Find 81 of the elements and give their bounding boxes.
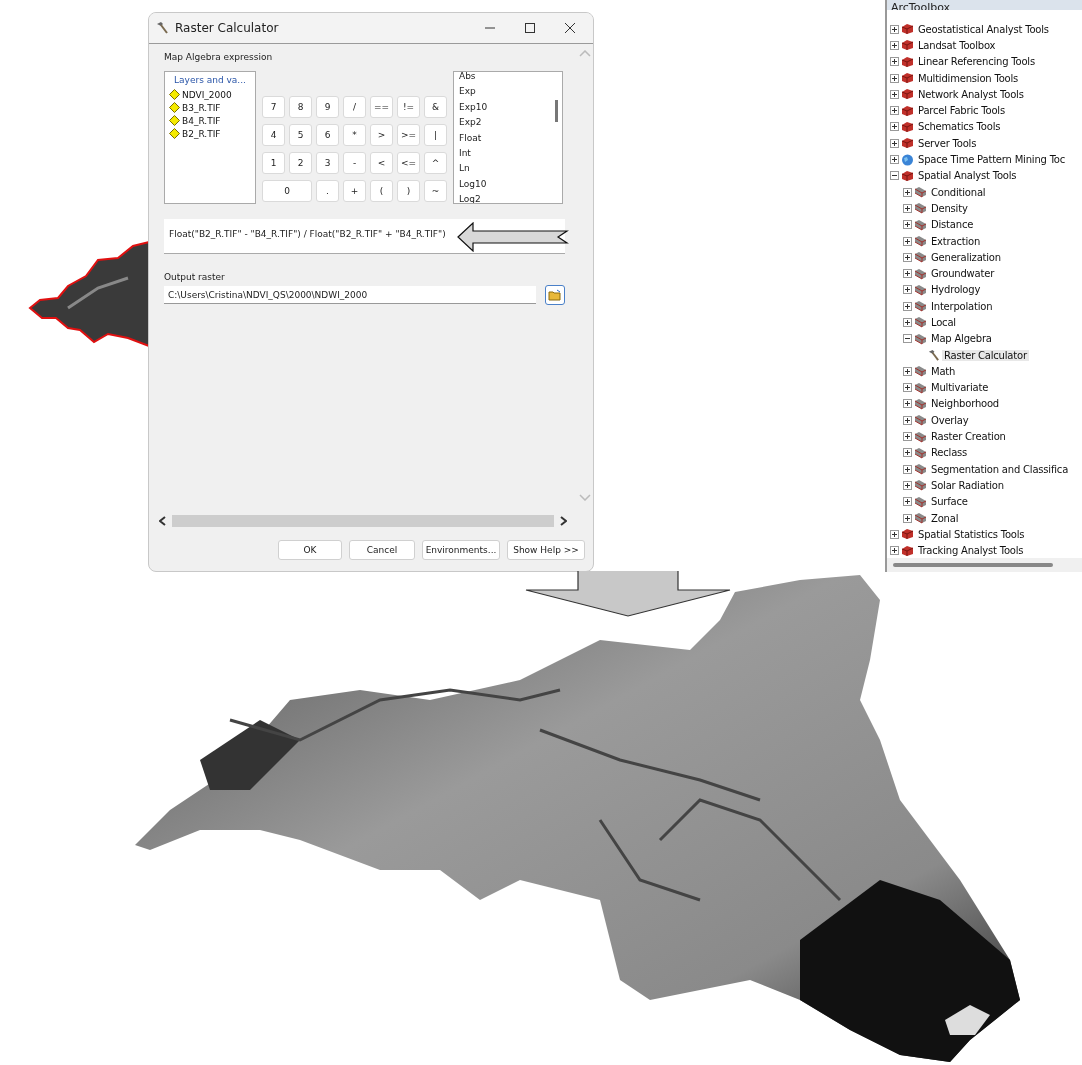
tree-item[interactable]: Spatial Analyst Tools — [916, 170, 1019, 182]
calculator-key[interactable]: & — [424, 96, 447, 118]
tree-item[interactable]: Schematics Tools — [916, 121, 1003, 133]
calculator-key[interactable]: * — [343, 124, 366, 146]
tree-item[interactable]: Linear Referencing Tools — [916, 56, 1037, 68]
calculator-key[interactable]: ~ — [424, 180, 447, 202]
tree-item[interactable]: Raster Creation — [929, 431, 1008, 443]
calculator-key[interactable]: 4 — [262, 124, 285, 146]
calculator-key[interactable]: . — [316, 180, 339, 202]
calculator-key[interactable]: ) — [397, 180, 420, 202]
tree-item[interactable]: Interpolation — [929, 300, 995, 312]
function-item[interactable]: Float — [459, 130, 552, 146]
tree-item[interactable]: Generalization — [929, 251, 1003, 263]
calculator-key[interactable]: != — [397, 96, 420, 118]
calculator-key[interactable]: <= — [397, 152, 420, 174]
calculator-key[interactable]: 1 — [262, 152, 285, 174]
layer-item[interactable]: B2_R.TIF — [182, 128, 221, 139]
function-item[interactable]: Exp — [459, 84, 552, 100]
calculator-key[interactable]: 7 — [262, 96, 285, 118]
tree-item[interactable]: Solar Radiation — [929, 479, 1006, 491]
calculator-key[interactable]: ( — [370, 180, 393, 202]
layer-item[interactable]: B3_R.TIF — [182, 102, 221, 113]
calculator-key[interactable]: 5 — [289, 124, 312, 146]
tree-item[interactable]: Hydrology — [929, 284, 983, 296]
calculator-key[interactable]: + — [343, 180, 366, 202]
tree-item[interactable]: Neighborhood — [929, 398, 1002, 410]
calculator-key[interactable]: / — [343, 96, 366, 118]
tree-item[interactable]: Math — [929, 365, 958, 377]
layer-item[interactable]: NDVI_2000 — [182, 89, 232, 100]
calculator-key[interactable]: 6 — [316, 124, 339, 146]
function-item[interactable]: Abs — [459, 72, 552, 85]
function-item[interactable]: Exp10 — [459, 99, 552, 116]
calculator-key[interactable]: == — [370, 96, 393, 118]
tree-item[interactable]: Extraction — [929, 235, 983, 247]
tree-item[interactable]: Distance — [929, 219, 976, 231]
dialog-button[interactable]: OK — [278, 540, 342, 560]
calculator-key[interactable]: | — [424, 124, 447, 146]
tree-item[interactable]: Groundwater — [929, 268, 997, 280]
tree-item[interactable]: Spatial Statistics Tools — [916, 528, 1027, 540]
tree-item[interactable]: Reclass — [929, 447, 970, 459]
tree-item[interactable]: Zonal — [929, 512, 961, 524]
output-label: Output raster — [164, 272, 226, 282]
calculator-key[interactable]: >= — [397, 124, 420, 146]
tree-item[interactable]: Landsat Toolbox — [916, 39, 998, 51]
tree-item[interactable]: Density — [929, 202, 970, 214]
function-item[interactable]: Ln — [459, 161, 552, 177]
tree-item[interactable]: Surface — [929, 496, 970, 508]
dialog-button[interactable]: Environments... — [422, 540, 500, 560]
window-title: Raster Calculator — [175, 21, 280, 35]
layers-heading: Layers and va... — [173, 75, 247, 85]
tree-item[interactable]: Raster Calculator — [942, 349, 1029, 361]
calculator-key[interactable]: 8 — [289, 96, 312, 118]
tree-item[interactable]: Space Time Pattern Mining Toc — [916, 154, 1068, 165]
calculator-key[interactable]: 2 — [289, 152, 312, 174]
tree-item[interactable]: Geostatistical Analyst Tools — [916, 23, 1051, 35]
tree-item[interactable]: Map Algebra — [929, 333, 994, 345]
calculator-key[interactable]: - — [343, 152, 366, 174]
calculator-key[interactable]: ^ — [424, 152, 447, 174]
tree-item[interactable]: Segmentation and Classifica — [929, 463, 1071, 475]
dialog-button[interactable]: Show Help >> — [507, 540, 585, 560]
tree-item[interactable]: Tracking Analyst Tools — [916, 545, 1026, 557]
calculator-key[interactable]: 3 — [316, 152, 339, 174]
calculator-key[interactable]: 9 — [316, 96, 339, 118]
tree-item[interactable]: Parcel Fabric Tools — [916, 105, 1007, 117]
calculator-key[interactable]: < — [370, 152, 393, 174]
tree-item[interactable]: Multivariate — [929, 382, 991, 394]
function-item[interactable]: Exp2 — [459, 115, 552, 131]
tree-item[interactable]: Conditional — [929, 186, 988, 198]
tree-item[interactable]: Server Tools — [916, 137, 979, 149]
tree-item[interactable]: Overlay — [929, 414, 971, 426]
output-field[interactable]: C:\Users\Cristina\NDVI_QS\2000\NDWI_2000 — [164, 286, 536, 304]
calculator-key[interactable]: > — [370, 124, 393, 146]
expression-label: Map Algebra expression — [164, 52, 274, 62]
layer-item[interactable]: B4_R.TIF — [182, 115, 221, 126]
calculator-key[interactable]: 0 — [262, 180, 312, 202]
function-item[interactable]: Log10 — [459, 176, 552, 193]
dialog-button[interactable]: Cancel — [349, 540, 415, 560]
tree-item[interactable]: Local — [929, 317, 958, 328]
tree-item[interactable]: Network Analyst Tools — [916, 88, 1026, 100]
tree-item[interactable]: Multidimension Tools — [916, 72, 1021, 84]
function-item[interactable]: Int — [459, 145, 552, 162]
